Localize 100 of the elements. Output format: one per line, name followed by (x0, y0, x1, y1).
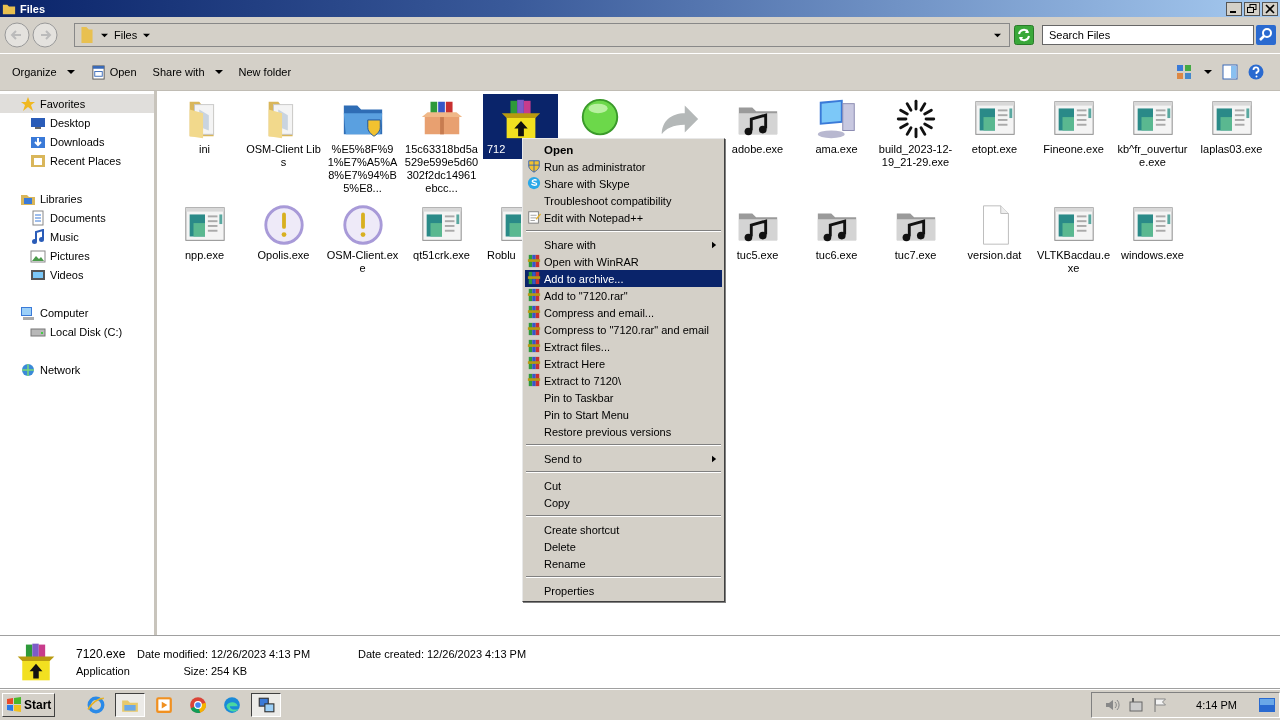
file-name[interactable]: tuc7.exe (878, 249, 953, 262)
forward-button[interactable] (32, 22, 58, 48)
archive-icon (527, 271, 541, 285)
file-name[interactable]: build_2023-12-19_21-29.exe (878, 143, 953, 169)
nav-item[interactable]: Favorites (0, 94, 154, 113)
file-name[interactable]: windows.exe (1115, 249, 1190, 262)
menu-item[interactable]: Send to (525, 450, 722, 467)
menu-item[interactable]: Share with (525, 236, 722, 253)
minimize-button[interactable] (1226, 1, 1242, 16)
file-name[interactable]: ini (167, 143, 242, 156)
file-name[interactable]: Opolis.exe (246, 249, 321, 262)
menu-item[interactable]: Troubleshoot compatibility (525, 192, 722, 209)
file-name[interactable]: etopt.exe (957, 143, 1032, 156)
file-name[interactable]: tuc6.exe (799, 249, 874, 262)
breadcrumb-item[interactable]: Files (114, 29, 138, 41)
start-button[interactable]: Start (2, 693, 56, 717)
music-note-icon (30, 228, 46, 245)
preview-pane-icon[interactable] (1222, 64, 1238, 80)
file-name[interactable]: 15c63318bd5a529e599e5d60302f2dc14961ebcc... (404, 143, 479, 195)
file-name[interactable]: ama.exe (799, 143, 874, 156)
menu-item[interactable]: Add to "7120.rar" (525, 287, 722, 304)
menu-item[interactable]: Pin to Taskbar (525, 389, 722, 406)
menu-item[interactable]: Compress and email... (525, 304, 722, 321)
file-name[interactable]: VLTKBacdau.exe (1036, 249, 1111, 275)
taskbar-button[interactable] (115, 693, 146, 717)
back-button[interactable] (4, 22, 30, 48)
toolbar-button[interactable]: Organize (6, 63, 81, 81)
menu-item[interactable]: Open with WinRAR (525, 253, 722, 270)
file-name[interactable]: npp.exe (167, 249, 242, 262)
document-icon (30, 209, 46, 226)
browser-icon (189, 696, 208, 714)
taskbar-button[interactable] (251, 693, 282, 717)
menu-item[interactable]: Add to archive... (525, 270, 722, 287)
nav-item[interactable]: Pictures (0, 246, 154, 265)
file-name[interactable]: OSM-Client Libs (246, 143, 321, 169)
nav-item[interactable]: Recent Places (0, 151, 154, 170)
file-name[interactable]: Fineone.exe (1036, 143, 1111, 156)
search-button[interactable] (1256, 25, 1276, 45)
refresh-button[interactable] (1014, 25, 1034, 45)
caret-icon[interactable] (101, 31, 108, 39)
menu-item[interactable]: Delete (525, 538, 722, 555)
caret-icon[interactable] (1204, 68, 1212, 76)
recent-places-icon (30, 152, 46, 169)
nav-item[interactable]: Downloads (0, 132, 154, 151)
speaker-icon[interactable] (1104, 697, 1121, 713)
nav-item[interactable]: Music (0, 227, 154, 246)
menu-item[interactable]: Rename (525, 555, 722, 572)
menu-item[interactable]: Run as administrator (525, 158, 722, 175)
menu-item[interactable]: Restore previous versions (525, 423, 722, 440)
menu-item[interactable]: Extract Here (525, 355, 722, 372)
file-name[interactable]: qt51crk.exe (404, 249, 479, 262)
file-name[interactable]: OSM-Client.exe (325, 249, 400, 275)
menu-item[interactable]: Properties (525, 582, 722, 599)
notepad-icon (527, 210, 541, 224)
network-app-icon (257, 696, 276, 714)
menu-item[interactable]: Compress to "7120.rar" and email (525, 321, 722, 338)
network-icon[interactable] (1128, 697, 1145, 713)
menu-item[interactable]: Edit with Notepad++ (525, 209, 722, 226)
file-name[interactable]: version.dat (957, 249, 1032, 262)
caret-icon[interactable] (143, 31, 151, 39)
nav-item[interactable]: Computer (0, 303, 154, 322)
clock[interactable]: 4:14 PM (1196, 699, 1237, 711)
menu-item[interactable]: Extract files... (525, 338, 722, 355)
file-name[interactable]: laplas03.exe (1194, 143, 1269, 156)
folder-icon (79, 27, 95, 43)
nav-item[interactable]: Videos (0, 265, 154, 284)
show-desktop-button[interactable] (1259, 697, 1275, 713)
flag-icon[interactable] (1152, 697, 1169, 713)
view-options-icon[interactable] (1176, 64, 1192, 80)
dropdown-icon[interactable] (994, 31, 1001, 39)
field-label: Date modified: (136, 648, 208, 660)
nav-item[interactable]: Desktop (0, 113, 154, 132)
menu-item[interactable]: Extract to 7120\ (525, 372, 722, 389)
nav-item[interactable]: Local Disk (C:) (0, 322, 154, 341)
menu-item[interactable]: Create shortcut (525, 521, 722, 538)
menu-item[interactable]: Share with Skype (525, 175, 722, 192)
nav-item[interactable]: Libraries (0, 189, 154, 208)
field-label: Date created: (356, 648, 424, 660)
menu-item[interactable]: Pin to Start Menu (525, 406, 722, 423)
archive-icon (527, 373, 541, 387)
address-bar[interactable]: Files (74, 23, 1010, 47)
close-button[interactable] (1262, 1, 1278, 16)
file-name[interactable]: %E5%8F%91%E7%A5%A8%E7%94%B5%E8... (325, 143, 400, 195)
menu-item[interactable]: Copy (525, 494, 722, 511)
archive-icon (527, 339, 541, 353)
file-name[interactable]: kb^fr_ouverture.exe (1115, 143, 1190, 169)
restore-button[interactable] (1244, 1, 1260, 16)
network-icon (20, 361, 36, 378)
search-field[interactable]: Search Files (1042, 25, 1254, 45)
submenu-arrow-icon (712, 240, 717, 249)
toolbar-button[interactable]: New folder (232, 63, 298, 81)
window-icon (90, 64, 106, 80)
browser-icon (223, 696, 242, 714)
toolbar-button[interactable]: Open (84, 61, 143, 83)
nav-item[interactable]: Network (0, 360, 154, 379)
computer-icon (20, 304, 36, 321)
menu-item[interactable]: Cut (525, 477, 722, 494)
help-icon[interactable] (1248, 64, 1264, 80)
nav-item[interactable]: Documents (0, 208, 154, 227)
toolbar-button[interactable]: Share with (146, 63, 229, 81)
